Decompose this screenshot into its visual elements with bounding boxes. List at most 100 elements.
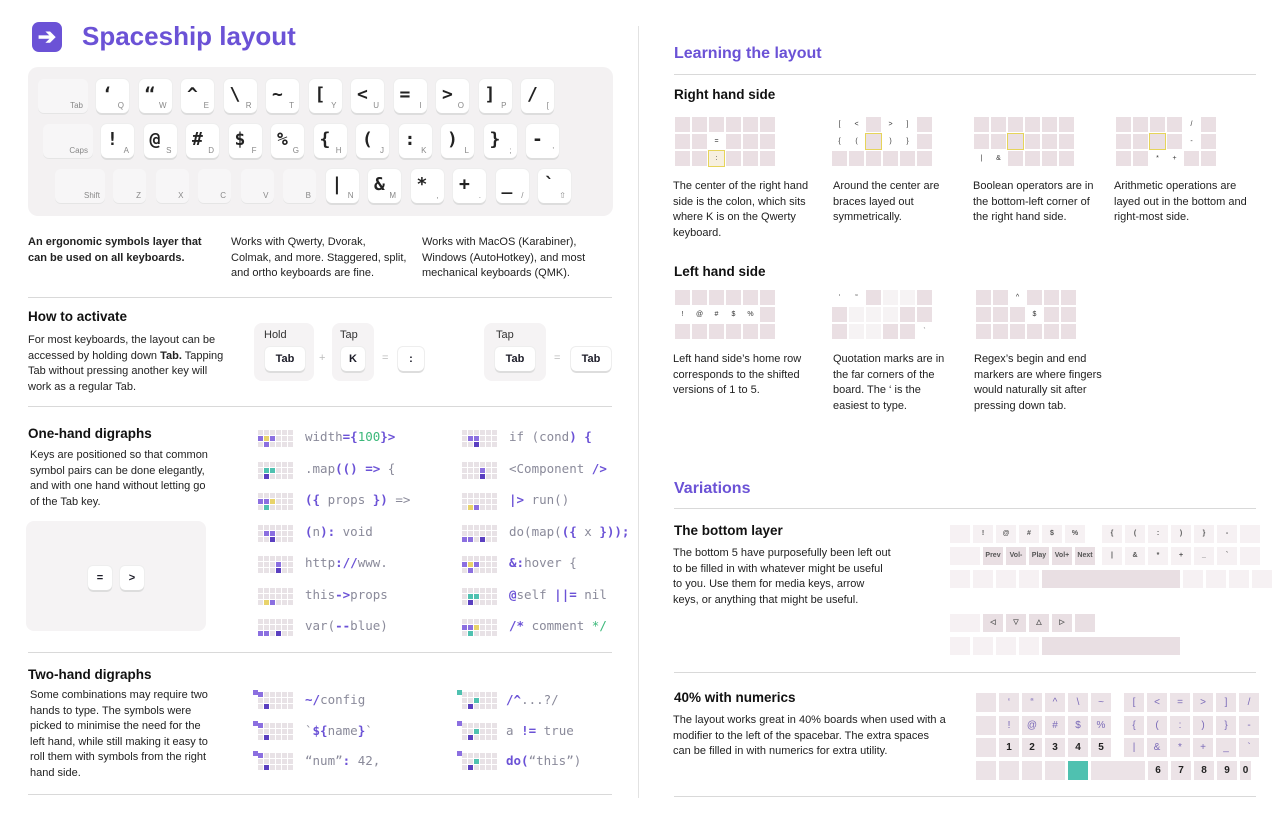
code-example: ~/config xyxy=(305,692,366,707)
key-e: ^ E xyxy=(181,79,214,113)
key-caps: Caps xyxy=(43,124,93,158)
layout-key xyxy=(996,637,1016,655)
layout-key xyxy=(1229,570,1249,588)
layout-key: 5 xyxy=(1091,738,1111,757)
code-example: this->props xyxy=(305,586,388,602)
divider xyxy=(28,297,612,298)
onehand-text: Keys are positioned so that common symbo… xyxy=(30,449,208,508)
layout-key xyxy=(973,637,993,655)
layout-key: - xyxy=(1239,716,1259,735)
layout-key: ( xyxy=(1147,716,1167,735)
key-o: > O xyxy=(436,79,469,113)
layout-key: ~ xyxy=(1091,693,1111,712)
key-a: ! A xyxy=(101,124,134,158)
code-example: .map(() => { xyxy=(305,460,396,476)
arrow-right-icon: ➔ xyxy=(32,22,62,52)
key-b: B xyxy=(283,169,316,203)
layout-key: $ xyxy=(1068,716,1088,735)
layout-key xyxy=(950,614,980,632)
layout-key: △ xyxy=(1029,614,1049,632)
mini-keymap-icon xyxy=(258,556,293,573)
layout-key: * xyxy=(1148,547,1168,565)
layout-key: \ xyxy=(1068,693,1088,712)
hold-label: Hold xyxy=(264,329,287,341)
key-shift: Shift xyxy=(55,169,105,203)
twohand-title: Two-hand digraphs xyxy=(28,667,152,682)
key-s: @ S xyxy=(143,124,177,158)
left-hand-dot xyxy=(253,690,258,695)
mini-keymap-icon xyxy=(258,461,293,479)
left-hand-dot xyxy=(253,720,258,726)
code-example: a != true xyxy=(506,722,574,738)
mini-keymap-icon xyxy=(462,556,497,573)
layout-key: _ xyxy=(1194,547,1214,565)
mini-keymap-icon xyxy=(462,461,497,479)
activate-text: For most keyboards, the layout can be ac… xyxy=(28,334,224,393)
key-c: C xyxy=(198,169,231,203)
equals-sign: = xyxy=(382,352,389,364)
layout-key xyxy=(996,570,1016,588)
layout-key xyxy=(1240,547,1260,565)
layout-key: 8 xyxy=(1194,761,1214,780)
layout-key: { xyxy=(1102,525,1122,543)
intro-compat: Works with Qwerty, Dvorak, Colmak, and m… xyxy=(231,236,407,279)
lh-grid-1: ! @ # $% xyxy=(675,290,775,339)
layout-key xyxy=(976,761,996,780)
layout-key xyxy=(1206,570,1226,588)
intro-tagline: An ergonomic symbols layer that can be u… xyxy=(28,236,202,264)
mini-keymap-icon xyxy=(258,524,293,542)
mini-keymap-icon xyxy=(258,430,293,447)
code-example: `${name}` xyxy=(305,722,373,738)
mini-keymap-icon xyxy=(462,753,497,770)
key-/: _ / xyxy=(495,169,529,203)
layout-key xyxy=(950,547,980,565)
plus-sign: + xyxy=(319,352,326,364)
layout-key: ▷ xyxy=(1052,614,1072,632)
tab-key: Tab xyxy=(571,347,611,371)
layout-key: % xyxy=(1091,716,1111,735)
mini-keymap-icon xyxy=(462,493,497,510)
numerics-title: 40% with numerics xyxy=(674,690,796,705)
mini-keymap-icon xyxy=(462,524,497,542)
key-r: \ R xyxy=(223,79,257,113)
equals-key: = xyxy=(88,566,112,590)
key-i: = I xyxy=(393,79,427,113)
layout-key xyxy=(1019,637,1039,655)
key-d: # D xyxy=(186,124,219,158)
tap-label: Tap xyxy=(496,329,514,341)
layout-key: & xyxy=(1125,547,1145,565)
layout-key xyxy=(950,525,970,543)
layout-key xyxy=(950,570,970,588)
key-u: < U xyxy=(351,79,384,113)
layout-key: 9 xyxy=(1217,761,1237,780)
bottom-layer-text: The bottom 5 have purposefully been left… xyxy=(673,547,891,606)
layout-key: 4 xyxy=(1068,738,1088,757)
layout-key xyxy=(1091,761,1145,780)
layout-key: 2 xyxy=(1022,738,1042,757)
key-n: | N xyxy=(325,169,359,203)
key-v: V xyxy=(240,169,274,203)
layout-key: Vol- xyxy=(1006,547,1026,565)
mini-keymap-icon xyxy=(462,587,497,605)
left-hand-dot xyxy=(457,690,462,695)
layout-key: * xyxy=(1170,738,1190,757)
divider xyxy=(28,652,612,653)
layout-key: 7 xyxy=(1171,761,1191,780)
layout-key xyxy=(1019,570,1039,588)
code-example: (n): void xyxy=(305,523,373,539)
key-j: (J xyxy=(356,124,389,158)
numerics-text: The layout works great in 40% boards whe… xyxy=(673,714,946,757)
layout-key: = xyxy=(1170,693,1190,712)
layout-key: } xyxy=(1194,525,1214,543)
keyboard-illustration: Tab ‘Q “W ^ E \ R ~ T [Y < U = I > O] P /[Caps! A @ S # D $ F % G {… xyxy=(28,67,613,216)
twohand-text: Some combinations may require two hands … xyxy=(30,689,208,779)
layout-key: ^ xyxy=(1045,693,1065,712)
key-t: ~ T xyxy=(266,79,299,113)
divider xyxy=(674,796,1256,797)
layout-key: ` xyxy=(1239,738,1259,757)
key-[: /[ xyxy=(521,79,554,113)
code-example: /^...?/ xyxy=(506,692,559,707)
code-example: “num”: 42, xyxy=(305,753,381,768)
layout-key: & xyxy=(1147,738,1167,757)
intro-platforms: Works with MacOS (Karabiner), Windows (A… xyxy=(422,236,586,279)
